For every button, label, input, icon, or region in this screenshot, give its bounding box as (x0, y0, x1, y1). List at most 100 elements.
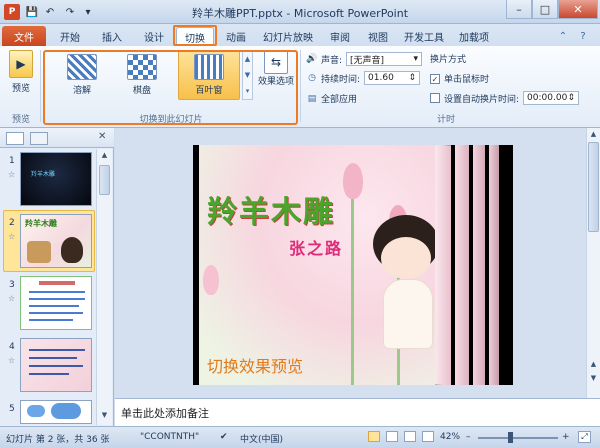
tulip-illustration (343, 163, 363, 199)
scroll-down-icon[interactable]: ▼ (99, 411, 110, 421)
scroll-up-icon[interactable]: ▲ (99, 151, 110, 161)
status-bar: 幻灯片 第 2 张，共 36 张 "CCONTNTH" ✔ 中文(中国) 42%… (0, 426, 600, 448)
preview-button[interactable]: ▶ 预览 (6, 50, 36, 94)
editor-scrollbar[interactable]: ▲ ▲ ▼ (586, 128, 600, 398)
thumb-text-line (29, 349, 85, 351)
zoom-in-button[interactable]: + (562, 432, 570, 442)
tab-developer[interactable]: 开发工具 (398, 27, 450, 46)
transitions-highlight-box (43, 50, 298, 125)
ribbon-tabs: 文件 开始 插入 设计 切换 动画 幻灯片放映 审阅 视图 开发工具 加载项 ⌃… (0, 24, 600, 46)
slides-panel-tabs: ✕ (0, 128, 114, 148)
slide-number: 3 (9, 280, 15, 290)
thumb-carving-illustration (27, 241, 51, 263)
thumb-text-line (29, 298, 85, 300)
language-status[interactable]: 中文(中国) (240, 432, 283, 445)
thumb-text-line (29, 365, 83, 367)
thumb-bubble (51, 403, 81, 419)
tab-animations[interactable]: 动画 (218, 27, 254, 46)
duration-row: ◷ 持续时间: 01.60 ⇕ (306, 71, 421, 85)
tab-design[interactable]: 设计 (134, 27, 174, 46)
tab-insert[interactable]: 插入 (92, 27, 132, 46)
zoom-out-button[interactable]: – (466, 432, 471, 442)
star-icon: ☆ (8, 294, 16, 303)
normal-view-icon[interactable] (368, 431, 380, 442)
after-input[interactable]: 00:00.00 ⇕ (523, 91, 580, 105)
tab-slideshow[interactable]: 幻灯片放映 (256, 27, 320, 46)
title-bar: P 💾 ↶ ↷ ▾ 羚羊木雕PPT.pptx - Microsoft Power… (0, 0, 600, 24)
tab-file[interactable]: 文件 (2, 26, 46, 46)
duration-input[interactable]: 01.60 ⇕ (364, 71, 421, 85)
preview-icon: ▶ (9, 50, 33, 78)
on-click-checkbox[interactable]: ✓ (430, 73, 440, 84)
scroll-thumb[interactable] (99, 165, 110, 195)
close-button[interactable]: ✕ (558, 0, 598, 19)
slides-panel-scrollbar[interactable]: ▲ ▼ (96, 149, 112, 425)
slide-editor: 羚羊木雕 张之路 切换效果预览 (115, 128, 587, 398)
slideshow-view-icon[interactable] (422, 431, 434, 442)
duration-value: 01.60 (368, 73, 394, 83)
slide-thumbnail-5[interactable] (20, 400, 92, 424)
next-slide-icon[interactable]: ▼ (588, 374, 599, 382)
slide-thumbnail-4[interactable] (20, 338, 92, 392)
tab-view[interactable]: 视图 (360, 27, 396, 46)
apply-all-icon: ▤ (307, 93, 317, 104)
thumb-heading-line (39, 281, 75, 285)
preview-label: 预览 (11, 84, 30, 94)
slides-tab[interactable] (6, 132, 24, 145)
spelling-icon[interactable]: ✔ (220, 432, 228, 442)
girl-body-illustration (383, 279, 433, 349)
thumb-text-line (29, 312, 83, 314)
tab-home[interactable]: 开始 (50, 27, 90, 46)
apply-all-button[interactable]: ▤ 全部应用 (306, 92, 358, 106)
fit-to-window-icon[interactable]: ⤢ (578, 431, 591, 443)
slide-thumbnail-3[interactable] (20, 276, 92, 330)
thumb-title: 羚羊木雕 (31, 171, 56, 178)
duration-label: 持续时间: (321, 74, 361, 85)
separator (40, 50, 41, 122)
sound-dropdown[interactable]: [无声音] ▾ (346, 52, 423, 66)
notes-placeholder: 单击此处添加备注 (121, 407, 209, 420)
on-click-label: 单击鼠标时 (444, 75, 490, 85)
maximize-button[interactable]: □ (532, 0, 558, 19)
apply-all-label: 全部应用 (321, 95, 358, 105)
reading-view-icon[interactable] (404, 431, 416, 442)
after-checkbox[interactable] (430, 93, 440, 103)
star-icon: ☆ (8, 356, 16, 365)
tab-review[interactable]: 审阅 (322, 27, 358, 46)
prev-slide-icon[interactable]: ▲ (588, 360, 599, 368)
slide-position-status: 幻灯片 第 2 张，共 36 张 (6, 435, 110, 445)
tab-highlight-box (173, 25, 217, 46)
sound-icon: 🔊 (306, 54, 318, 64)
notes-pane[interactable]: 单击此处添加备注 (115, 398, 600, 426)
slide-caption: 切换效果预览 (207, 357, 304, 376)
tab-addins[interactable]: 加载项 (452, 27, 496, 46)
slide-number: 5 (9, 404, 15, 414)
advance-title-text: 换片方式 (430, 55, 467, 65)
help-icon[interactable]: ? (576, 29, 590, 43)
slide-sorter-icon[interactable] (386, 431, 398, 442)
zoom-slider-track[interactable] (478, 437, 558, 439)
close-panel-icon[interactable]: ✕ (98, 131, 106, 142)
collapse-ribbon-icon[interactable]: ⌃ (556, 29, 570, 43)
advance-title: 换片方式 (430, 52, 466, 65)
star-icon: ☆ (8, 170, 16, 179)
thumb-text-line (29, 357, 77, 359)
zoom-slider-thumb[interactable] (508, 432, 513, 443)
timing-group-label: 计时 (436, 115, 455, 125)
spin-icon: ⇕ (567, 93, 576, 103)
slide-author: 张之路 (289, 239, 344, 258)
scroll-up-icon[interactable]: ▲ (588, 130, 599, 138)
thumb-title: 羚羊木雕 (25, 219, 57, 228)
slide-thumbnail-1[interactable]: 羚羊木雕 (20, 152, 92, 206)
theme-name-status: "CCONTNTH" (140, 432, 200, 442)
zoom-level[interactable]: 42% (440, 432, 460, 442)
thumb-text-line (29, 305, 79, 307)
slide-canvas[interactable]: 羚羊木雕 张之路 切换效果预览 (193, 145, 513, 385)
thumb-bubble (27, 405, 45, 417)
slide-thumbnail-2[interactable]: 羚羊木雕 (20, 214, 92, 268)
outline-tab[interactable] (30, 132, 48, 145)
on-click-row[interactable]: ✓ 单击鼠标时 (430, 72, 489, 85)
scroll-thumb[interactable] (588, 142, 599, 232)
blinds-strip (435, 145, 451, 385)
minimize-button[interactable]: – (506, 0, 532, 19)
